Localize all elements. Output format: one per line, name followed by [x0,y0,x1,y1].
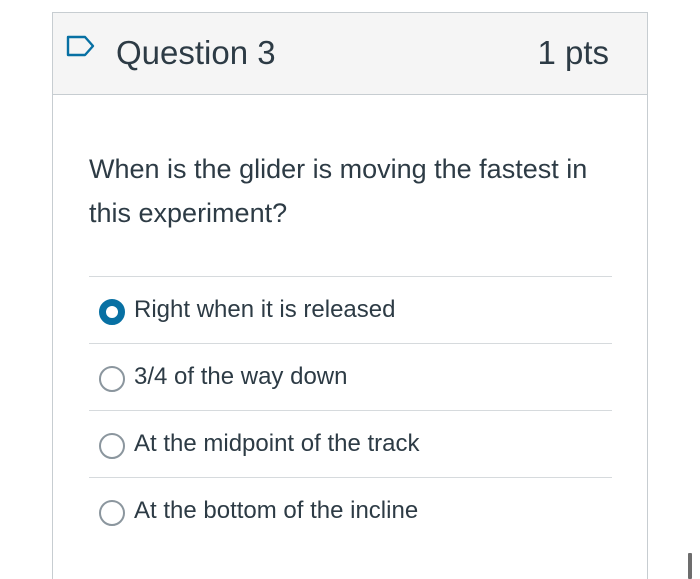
answer-option-2[interactable]: 3/4 of the way down [89,343,612,410]
question-title: Question 3 [116,34,276,71]
radio-unselected-icon[interactable] [99,500,125,526]
scrollbar-thumb[interactable] [688,553,692,579]
question-header: Question 3 1 pts [53,13,647,95]
quiz-page: Question 3 1 pts When is the glider is m… [0,0,700,579]
question-points: 1 pts [537,34,609,71]
answer-label[interactable]: At the bottom of the incline [134,494,418,528]
answer-option-3[interactable]: At the midpoint of the track [89,410,612,477]
radio-unselected-icon[interactable] [99,433,125,459]
answer-label[interactable]: 3/4 of the way down [134,360,347,394]
answer-option-1[interactable]: Right when it is released [89,276,612,343]
flag-icon[interactable] [66,35,96,57]
radio-selected-icon[interactable] [99,299,125,325]
radio-unselected-icon[interactable] [99,366,125,392]
answer-option-4[interactable]: At the bottom of the incline [89,477,612,544]
answer-label[interactable]: Right when it is released [134,293,395,327]
answer-label[interactable]: At the midpoint of the track [134,427,419,461]
question-card: Question 3 1 pts When is the glider is m… [52,12,648,579]
question-text: When is the glider is moving the fastest… [89,154,588,228]
answer-list: Right when it is released 3/4 of the way… [89,276,612,544]
